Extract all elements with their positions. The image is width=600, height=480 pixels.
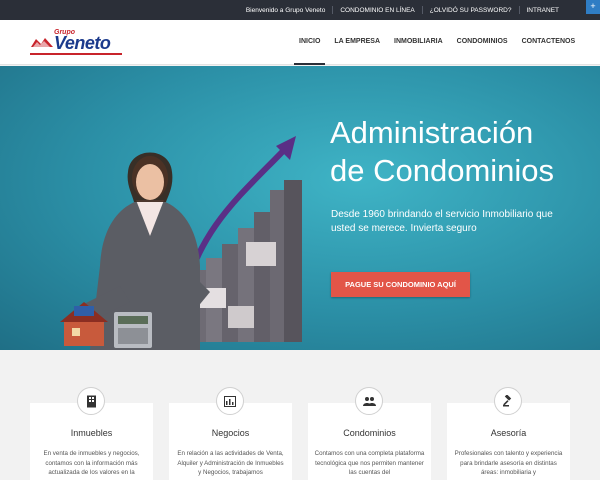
nav-inicio[interactable]: INICIO <box>292 20 327 65</box>
service-text: En venta de inmuebles y negocios, contam… <box>43 450 140 476</box>
service-text: En relación a las actividades de Venta, … <box>177 450 284 476</box>
service-title: Asesoría <box>490 428 527 438</box>
service-card-condominios[interactable]: Condominios Contamos con una completa pl… <box>308 387 431 480</box>
welcome-text: Bienvenido a Grupo Veneto <box>245 6 326 14</box>
hero-subtitle: Desde 1960 brindando el servicio Inmobil… <box>331 209 553 234</box>
bar-chart-icon <box>216 387 244 415</box>
logo-underline <box>30 53 122 55</box>
plus-icon[interactable]: + <box>586 0 600 14</box>
hero-title-line-2: de Condominios <box>330 153 555 188</box>
top-bar: Bienvenido a Grupo Veneto CONDOMINIO EN … <box>0 0 600 20</box>
service-card-inmuebles[interactable]: Inmuebles En venta de inmuebles y negoci… <box>30 387 153 480</box>
main-nav: INICIO LA EMPRESA INMOBILIARIA CONDOMINI… <box>292 20 582 65</box>
pay-condominium-button[interactable]: PAGUE SU CONDOMINIO AQUÍ <box>331 272 470 297</box>
forgot-password-link[interactable]: ¿OLVIDÓ SU PASSWORD? <box>423 7 519 14</box>
site-header: Grupo Veneto INICIO LA EMPRESA INMOBILIA… <box>0 20 600 65</box>
service-title: Condominios <box>343 428 396 438</box>
service-title: Inmuebles <box>70 428 113 438</box>
top-links: Bienvenido a Grupo Veneto CONDOMINIO EN … <box>239 0 566 20</box>
nav-inmobiliaria[interactable]: INMOBILIARIA <box>387 20 450 65</box>
services-section: Inmuebles En venta de inmuebles y negoci… <box>0 350 600 480</box>
nav-la-empresa[interactable]: LA EMPRESA <box>327 20 387 65</box>
service-text: Profesionales con talento y experiencia … <box>454 450 563 476</box>
hero-illustration <box>60 136 302 350</box>
nav-condominios[interactable]: CONDOMINIOS <box>450 20 515 65</box>
hero-title-line-1: Administración <box>330 115 534 150</box>
hero-banner: Administración de Condominios Desde 1960… <box>0 66 600 350</box>
calculator-graphic <box>114 312 152 348</box>
building-icon <box>77 387 105 415</box>
service-title: Negocios <box>211 428 250 438</box>
logo-name: Veneto <box>54 33 111 53</box>
service-card-asesoria[interactable]: Asesoría Profesionales con talento y exp… <box>447 387 570 480</box>
intranet-link[interactable]: INTRANET <box>520 7 567 14</box>
service-text: Contamos con una completa plataforma tec… <box>314 450 425 476</box>
nav-contactenos[interactable]: CONTACTENOS <box>515 20 583 65</box>
gavel-icon <box>494 387 522 415</box>
logo[interactable]: Grupo Veneto <box>30 29 122 55</box>
condominio-en-linea-link[interactable]: CONDOMINIO EN LÍNEA <box>333 7 421 14</box>
users-icon <box>355 387 383 415</box>
service-card-negocios[interactable]: Negocios En relación a las actividades d… <box>169 387 292 480</box>
logo-mark-icon <box>31 38 53 47</box>
hero-title: Administración de Condominios <box>330 114 590 190</box>
